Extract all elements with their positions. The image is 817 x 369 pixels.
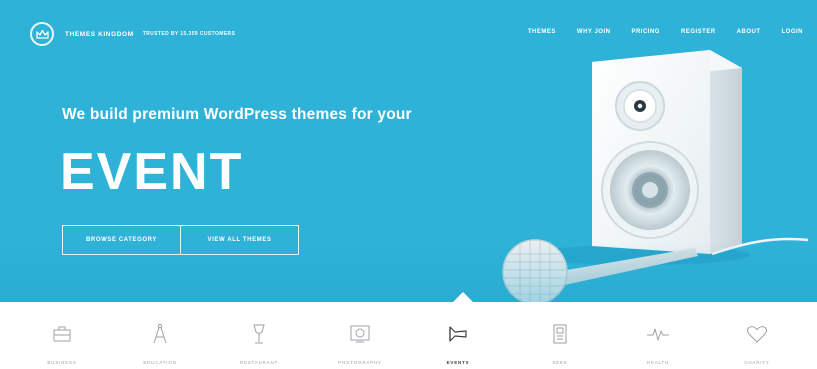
active-category-pointer	[453, 292, 473, 302]
category-seek[interactable]: Seek	[515, 302, 605, 369]
category-strip: Business Education Restaurant Photograph…	[0, 302, 817, 369]
category-education[interactable]: Education	[115, 302, 205, 369]
hero-big-word: EVENT	[60, 143, 244, 201]
category-label: Health	[646, 360, 670, 365]
category-business[interactable]: Business	[17, 302, 107, 369]
hero-headline: We build premium WordPress themes for yo…	[62, 106, 412, 123]
crown-logo-icon	[30, 22, 54, 46]
speaker-microphone-illustration	[502, 50, 809, 302]
category-restaurant[interactable]: Restaurant	[214, 302, 304, 369]
brand-logo[interactable]: Themes Kingdom Trusted by 15,359 custome…	[30, 22, 235, 46]
category-photography[interactable]: Photography	[315, 302, 405, 369]
compass-icon	[152, 322, 168, 346]
nav-item-login[interactable]: Login	[782, 29, 804, 35]
category-charity[interactable]: Charity	[712, 302, 802, 369]
nav-item-pricing[interactable]: Pricing	[631, 29, 660, 35]
view-all-themes-button[interactable]: View all themes	[180, 226, 298, 254]
category-health[interactable]: Health	[613, 302, 703, 369]
category-label: Photography	[338, 360, 382, 365]
category-label: Business	[47, 360, 77, 365]
brand-name: Themes Kingdom	[65, 30, 134, 38]
category-label: Events	[446, 360, 470, 365]
heart-icon	[746, 322, 768, 346]
nav-item-why-join[interactable]: Why join	[577, 29, 611, 35]
category-label: Charity	[744, 360, 770, 365]
briefcase-icon	[52, 322, 72, 346]
brand-tagline: Trusted by 15,359 customers	[142, 31, 236, 37]
nav-item-register[interactable]: Register	[681, 29, 716, 35]
nav-item-themes[interactable]: Themes	[528, 29, 556, 35]
hero-cta-group: Browse category View all themes	[62, 225, 299, 255]
category-events[interactable]: Events	[413, 302, 503, 369]
heartbeat-icon	[646, 322, 670, 346]
wine-glass-icon	[252, 322, 266, 346]
hero-banner: Themes Kingdom Trusted by 15,359 custome…	[0, 0, 817, 302]
photo-icon	[349, 322, 371, 346]
megaphone-icon	[446, 322, 470, 346]
category-label: Seek	[552, 360, 568, 365]
browse-category-button[interactable]: Browse category	[63, 226, 180, 254]
category-label: Education	[143, 360, 177, 365]
nav-item-about[interactable]: About	[737, 29, 761, 35]
main-nav: Themes Why join Pricing Register About L…	[507, 29, 803, 35]
category-label: Restaurant	[239, 360, 279, 365]
document-icon	[552, 322, 568, 346]
